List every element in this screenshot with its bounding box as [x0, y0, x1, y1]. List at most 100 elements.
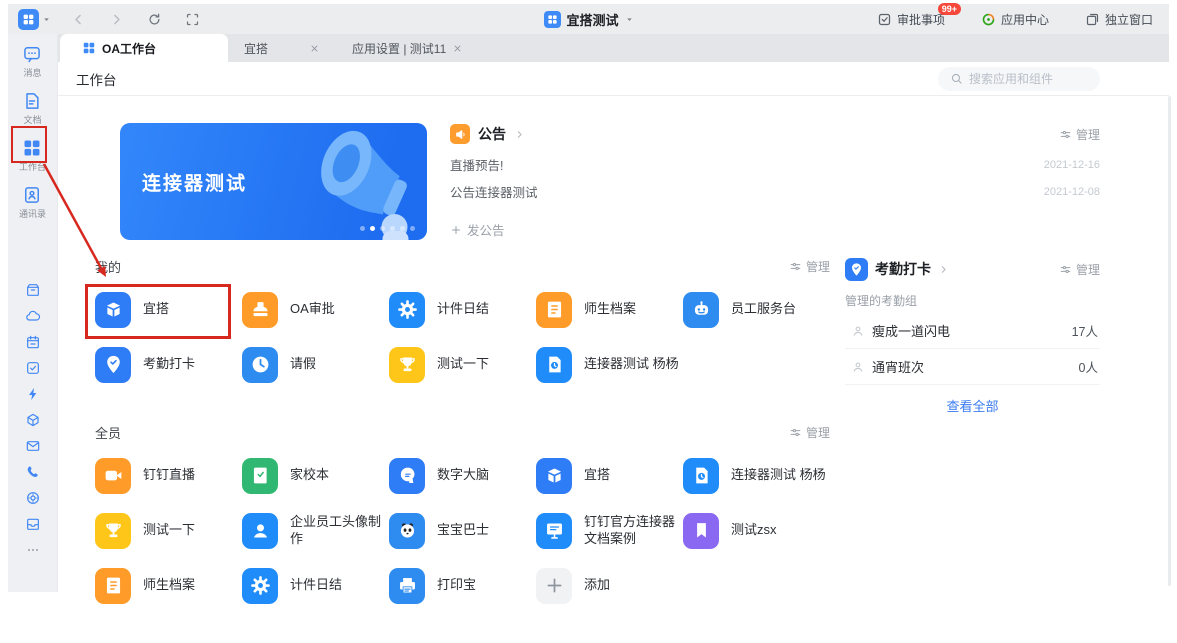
nav-forward-button[interactable]: [109, 12, 124, 27]
tab[interactable]: 应用设置 | 测试11: [336, 34, 479, 62]
attendance-group-row[interactable]: 通宵班次 0人: [845, 349, 1100, 385]
sidebar-item[interactable]: 文档: [19, 91, 46, 126]
app-tile[interactable]: OA审批: [242, 282, 389, 337]
section-manage-button[interactable]: 管理: [789, 258, 830, 275]
app-tile[interactable]: 请假: [242, 337, 389, 392]
section-manage-button[interactable]: 管理: [789, 424, 830, 441]
announcement-app-icon: [450, 124, 470, 144]
phone-icon[interactable]: [25, 464, 41, 480]
attendance-group-count: 0人: [1079, 357, 1098, 376]
approvals-button[interactable]: 审批事项 99+: [877, 11, 945, 28]
tab[interactable]: 宜搭: [228, 34, 336, 62]
mail-icon[interactable]: [25, 438, 41, 454]
app-icon: [683, 513, 719, 549]
app-tile[interactable]: 连接器测试 杨杨: [536, 337, 683, 392]
chevron-right-icon[interactable]: [938, 264, 949, 275]
app-tile[interactable]: 宜搭: [536, 448, 683, 503]
announcement-manage-button[interactable]: 管理: [1059, 126, 1100, 143]
app-glyph-icon: [544, 465, 565, 486]
moments-icon[interactable]: [25, 490, 41, 506]
app-name: 宜搭: [143, 301, 242, 318]
attendance-card: 考勤打卡 管理 管理的考勤组 瘦成一道闪电 17人 通宵班次 0人 查看全部: [845, 256, 1100, 643]
cloud-icon[interactable]: [25, 308, 41, 324]
app-name: 数字大脑: [437, 467, 536, 484]
sidebar-top-items: 消息 文档 工作台 通讯录: [19, 44, 46, 232]
app-glyph-icon: [544, 299, 565, 320]
calendar-icon[interactable]: [25, 334, 41, 350]
app-tile[interactable]: 数字大脑: [389, 448, 536, 503]
chevron-right-icon[interactable]: [514, 129, 525, 140]
boxd-icon[interactable]: [25, 282, 41, 298]
announcement-item[interactable]: 直播预告! 2021-12-16: [450, 155, 1100, 174]
manage-label: 管理: [1076, 126, 1100, 143]
app-tile[interactable]: 计件日结: [242, 558, 389, 613]
todo-icon[interactable]: [25, 360, 41, 376]
app-tile[interactable]: 宝宝巴士: [389, 503, 536, 558]
app-glyph-icon: [397, 575, 418, 596]
app-tile[interactable]: 钉钉直播: [95, 448, 242, 503]
org-switcher[interactable]: 宜搭测试: [543, 4, 633, 34]
megaphone-icon: [454, 128, 467, 141]
search-input[interactable]: [969, 72, 1088, 86]
app-tile[interactable]: 宜搭: [95, 282, 242, 337]
app-tile[interactable]: 打印宝: [389, 558, 536, 613]
app-tile[interactable]: 钉钉官方连接器文档案例: [536, 503, 683, 558]
sidebar-item[interactable]: 通讯录: [19, 185, 46, 220]
app-name: OA审批: [290, 301, 389, 318]
refresh-button[interactable]: [147, 12, 162, 27]
app-tile[interactable]: 师生档案: [536, 282, 683, 337]
sidebar-item-icon: [22, 185, 42, 205]
carousel-dot[interactable]: [410, 226, 415, 231]
capture-button[interactable]: [185, 12, 200, 27]
app-logo-button[interactable]: [18, 9, 51, 30]
carousel-dot[interactable]: [390, 226, 395, 231]
post-announcement-label: 发公告: [467, 220, 505, 239]
app-tile[interactable]: 计件日结: [389, 282, 536, 337]
carousel-dot[interactable]: [360, 226, 365, 231]
drawer-icon[interactable]: [25, 516, 41, 532]
sidebar-item-icon: [22, 91, 42, 111]
scrollbar[interactable]: [1168, 96, 1171, 586]
manage-icon: [1059, 263, 1072, 276]
sidebar-item[interactable]: 消息: [19, 44, 46, 79]
add-app-button[interactable]: 添加: [536, 558, 683, 613]
app-center-button[interactable]: 应用中心: [981, 11, 1049, 28]
banner-carousel[interactable]: 连接器测试: [120, 123, 427, 240]
app-tile[interactable]: 员工服务台: [683, 282, 830, 337]
carousel-dot[interactable]: [400, 226, 405, 231]
app-tile[interactable]: 考勤打卡: [95, 337, 242, 392]
attendance-manage-button[interactable]: 管理: [1059, 261, 1100, 278]
app-tile[interactable]: 师生档案: [95, 558, 242, 613]
app-icon: [95, 568, 131, 604]
app-glyph-icon: [103, 354, 124, 375]
attendance-title[interactable]: 考勤打卡: [875, 259, 931, 279]
more-icon[interactable]: [25, 542, 41, 558]
app-tile[interactable]: 测试一下: [389, 337, 536, 392]
app-tile[interactable]: 连接器测试 杨杨: [683, 448, 830, 503]
app-name: 师生档案: [143, 577, 242, 594]
cube-icon[interactable]: [25, 412, 41, 428]
tab-close-icon[interactable]: [452, 43, 463, 54]
nav-back-button[interactable]: [71, 12, 86, 27]
sidebar-item[interactable]: 工作台: [19, 138, 46, 173]
standalone-window-button[interactable]: 独立窗口: [1085, 11, 1153, 28]
attendance-group-list: 瘦成一道闪电 17人 通宵班次 0人: [845, 313, 1100, 385]
tab-close-icon[interactable]: [309, 43, 320, 54]
announcement-item[interactable]: 公告连接器测试 2021-12-08: [450, 182, 1100, 201]
tab[interactable]: OA工作台: [60, 34, 228, 62]
megaphone-illustration: [276, 123, 427, 240]
attendance-group-row[interactable]: 瘦成一道闪电 17人: [845, 313, 1100, 349]
post-announcement-button[interactable]: 发公告: [450, 220, 1100, 241]
flash-icon[interactable]: [25, 386, 41, 402]
view-all-link[interactable]: 查看全部: [845, 396, 1100, 415]
app-name: 计件日结: [437, 301, 536, 318]
carousel-dot[interactable]: [370, 226, 375, 231]
search-box[interactable]: [938, 67, 1100, 91]
page-title: 工作台: [76, 69, 117, 89]
app-tile[interactable]: 测试zsx: [683, 503, 830, 558]
carousel-dot[interactable]: [380, 226, 385, 231]
announcement-title[interactable]: 公告: [478, 124, 506, 144]
app-tile[interactable]: 测试一下: [95, 503, 242, 558]
app-tile[interactable]: 家校本: [242, 448, 389, 503]
app-tile[interactable]: 企业员工头像制作: [242, 503, 389, 558]
